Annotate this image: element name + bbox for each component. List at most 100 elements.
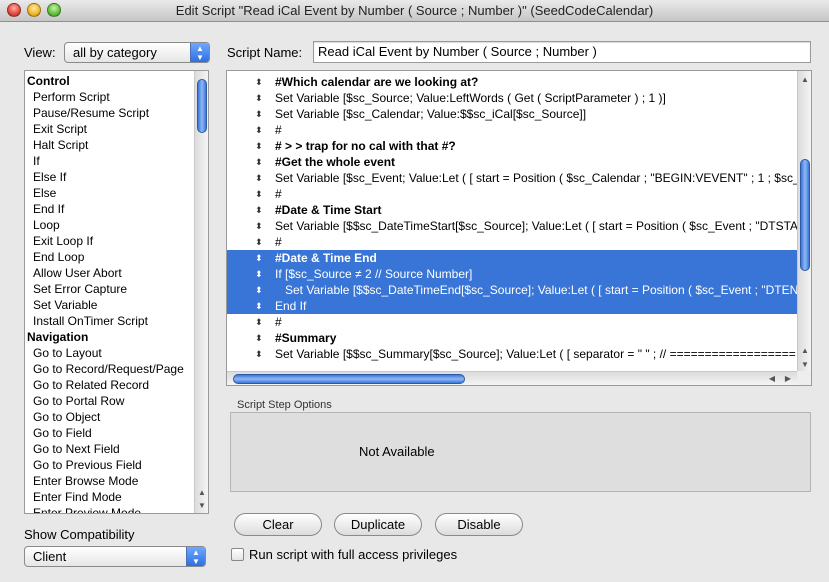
script-line[interactable]: ⬍ If [$sc_Source ≠ 2 // Source Number] (227, 266, 797, 282)
step-handle-icon[interactable]: ⬍ (255, 90, 265, 106)
step-handle-icon[interactable]: ⬍ (255, 250, 265, 266)
step-handle-icon[interactable]: ⬍ (255, 138, 265, 154)
step-list-item[interactable]: Go to Previous Field (25, 457, 208, 473)
script-step-options-box: Not Available (230, 412, 811, 492)
script-steps-list[interactable]: Control Perform Script Pause/Resume Script… (24, 70, 209, 514)
step-list-item[interactable]: Go to Record/Request/Page (25, 361, 208, 377)
script-line[interactable]: ⬍ # (227, 186, 797, 202)
step-list-item[interactable]: Go to Layout (25, 345, 208, 361)
scroll-down-icon[interactable]: ▼ (801, 360, 809, 369)
script-line[interactable]: ⬍ # (227, 234, 797, 250)
step-list-item[interactable]: Else If (25, 169, 208, 185)
scroll-down-icon[interactable]: ▼ (198, 501, 206, 510)
step-handle-icon[interactable]: ⬍ (255, 170, 265, 186)
scroll-up-icon[interactable]: ▲ (801, 346, 809, 355)
step-handle-icon[interactable]: ⬍ (255, 218, 265, 234)
scroll-right-icon[interactable]: ▶ (785, 374, 791, 383)
script-vscrollbar[interactable]: ▲ ▲ ▼ (797, 71, 811, 373)
script-editor[interactable]: ⬍ #Which calendar are we looking at? ⬍ Set … (226, 70, 812, 386)
script-line[interactable]: ⬍ Set Variable [$sc_Event; Value:Let ( [ … (227, 170, 797, 186)
step-list-item[interactable]: Enter Browse Mode (25, 473, 208, 489)
script-line-text: #Get the whole event (275, 155, 396, 169)
step-list-item[interactable]: Enter Find Mode (25, 489, 208, 505)
full-access-label: Run script with full access privileges (249, 547, 458, 562)
steps-scroll-thumb[interactable] (197, 79, 207, 133)
step-list-item[interactable]: Go to Next Field (25, 441, 208, 457)
script-hscroll-thumb[interactable] (233, 374, 465, 384)
script-name-field[interactable]: Read iCal Event by Number ( Source ; Num… (313, 41, 811, 63)
step-handle-icon[interactable]: ⬍ (255, 282, 265, 298)
script-line[interactable]: ⬍ #Get the whole event (227, 154, 797, 170)
duplicate-button[interactable]: Duplicate (334, 513, 422, 536)
script-line[interactable]: ⬍ Set Variable [$sc_Calendar; Value:$$sc_… (227, 106, 797, 122)
show-compatibility-label: Show Compatibility (24, 527, 135, 542)
script-line[interactable]: ⬍ Set Variable [$$sc_DateTimeEnd[$sc_Sour… (227, 282, 797, 298)
step-list-item[interactable]: Loop (25, 217, 208, 233)
script-line[interactable]: ⬍ # > > trap for no cal with that #? (227, 138, 797, 154)
step-list-item[interactable]: Halt Script (25, 137, 208, 153)
script-line[interactable]: ⬍ Set Variable [$$sc_Summary[$sc_Source];… (227, 346, 797, 362)
updown-arrows-icon: ▲ ▼ (186, 547, 205, 566)
script-hscrollbar[interactable]: ◀ ▶ (227, 371, 797, 385)
script-line[interactable]: ⬍ #Date & Time End (227, 250, 797, 266)
full-access-checkbox[interactable] (231, 548, 244, 561)
script-line[interactable]: ⬍ #Date & Time Start (227, 202, 797, 218)
script-line-text: # (275, 187, 282, 201)
step-handle-icon[interactable]: ⬍ (255, 298, 265, 314)
step-handle-icon[interactable]: ⬍ (255, 154, 265, 170)
step-list-item[interactable]: Else (25, 185, 208, 201)
script-line[interactable]: ⬍ #Summary (227, 330, 797, 346)
script-vscroll-thumb[interactable] (800, 159, 810, 271)
script-line[interactable]: ⬍ End If (227, 298, 797, 314)
step-list-item[interactable]: End If (25, 201, 208, 217)
step-handle-icon[interactable]: ⬍ (255, 266, 265, 282)
disable-button[interactable]: Disable (435, 513, 523, 536)
step-list-item[interactable]: Go to Field (25, 425, 208, 441)
step-handle-icon[interactable]: ⬍ (255, 234, 265, 250)
step-category: Control (27, 74, 70, 88)
script-line[interactable]: ⬍ Set Variable [$sc_Source; Value:LeftWor… (227, 90, 797, 106)
script-line[interactable]: ⬍ #Which calendar are we looking at? (227, 74, 797, 90)
script-line-text: #Date & Time End (275, 251, 377, 265)
step-list-item[interactable]: Set Variable (25, 297, 208, 313)
step-handle-icon[interactable]: ⬍ (255, 74, 265, 90)
step-list-item[interactable]: If (25, 153, 208, 169)
step-handle-icon[interactable]: ⬍ (255, 122, 265, 138)
clear-button[interactable]: Clear (234, 513, 322, 536)
compatibility-popup[interactable]: Client ▲ ▼ (24, 546, 206, 567)
script-steps-items: Control Perform Script Pause/Resume Script… (25, 71, 208, 513)
script-line[interactable]: ⬍ # (227, 122, 797, 138)
step-handle-icon[interactable]: ⬍ (255, 314, 265, 330)
script-line-text: Set Variable [$sc_Source; Value:LeftWord… (275, 91, 666, 105)
steps-scrollbar[interactable]: ▲ ▼ (194, 71, 208, 513)
script-line-text: # > > trap for no cal with that #? (275, 139, 456, 153)
step-list-item[interactable]: Set Error Capture (25, 281, 208, 297)
step-handle-icon[interactable]: ⬍ (255, 330, 265, 346)
step-list-item[interactable]: Go to Portal Row (25, 393, 208, 409)
scroll-corner (797, 371, 811, 385)
script-line[interactable]: ⬍ # (227, 314, 797, 330)
step-list-item[interactable]: Exit Loop If (25, 233, 208, 249)
script-line-text: #Summary (275, 331, 337, 345)
step-handle-icon[interactable]: ⬍ (255, 186, 265, 202)
step-handle-icon[interactable]: ⬍ (255, 346, 265, 362)
view-popup[interactable]: all by category ▲ ▼ (64, 42, 210, 63)
step-list-item[interactable]: Pause/Resume Script (25, 105, 208, 121)
step-list-item[interactable]: Install OnTimer Script (25, 313, 208, 329)
script-line-text: Set Variable [$$sc_Summary[$sc_Source]; … (275, 347, 796, 361)
step-handle-icon[interactable]: ⬍ (255, 106, 265, 122)
step-list-item[interactable]: End Loop (25, 249, 208, 265)
step-list-item[interactable]: Go to Object (25, 409, 208, 425)
step-list-item[interactable]: Exit Script (25, 121, 208, 137)
step-list-item[interactable]: Enter Preview Mode (25, 505, 208, 513)
step-list-item[interactable]: Go to Related Record (25, 377, 208, 393)
step-handle-icon[interactable]: ⬍ (255, 202, 265, 218)
scroll-up-icon[interactable]: ▲ (198, 488, 206, 497)
scroll-up-small-icon[interactable]: ▲ (801, 75, 809, 84)
script-line[interactable]: ⬍ Set Variable [$$sc_DateTimeStart[$sc_So… (227, 218, 797, 234)
step-list-item[interactable]: Perform Script (25, 89, 208, 105)
scroll-left-icon[interactable]: ◀ (769, 374, 775, 383)
script-line-text: If [$sc_Source ≠ 2 // Source Number] (275, 267, 473, 281)
script-line-text: Set Variable [$sc_Calendar; Value:$$sc_i… (275, 107, 587, 121)
step-list-item[interactable]: Allow User Abort (25, 265, 208, 281)
